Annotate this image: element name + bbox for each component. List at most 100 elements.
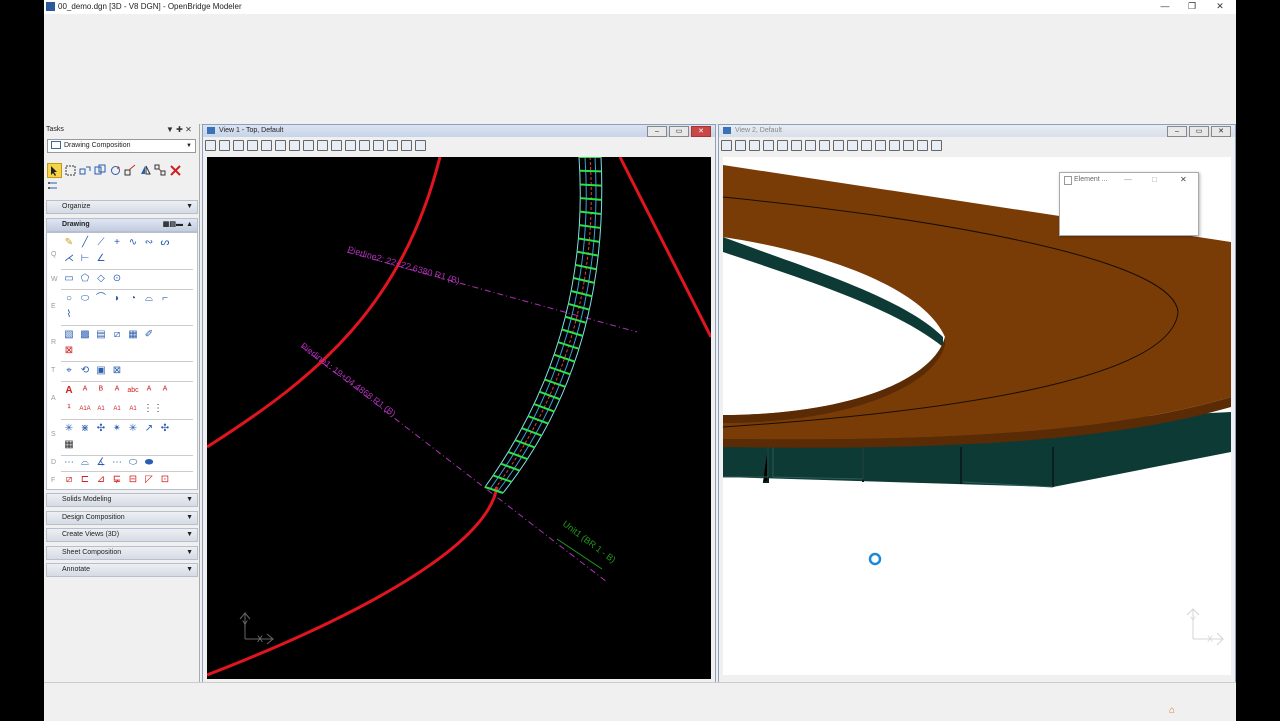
measure-area-icon[interactable]: ⬭ — [127, 457, 139, 469]
view-next-icon[interactable] — [345, 139, 356, 151]
section-annotate[interactable]: Annotate ▼ — [46, 563, 198, 577]
render-icon[interactable] — [415, 139, 426, 151]
pan-icon[interactable] — [833, 139, 844, 151]
quarter-ellipse-icon[interactable]: ◔ — [127, 293, 139, 305]
chamfer-icon[interactable]: ◸ — [143, 474, 155, 486]
handles-icon[interactable] — [47, 179, 60, 192]
change-text-icon[interactable]: ᴬ — [111, 385, 123, 397]
element-close-button[interactable]: ✕ — [1180, 173, 1187, 186]
close-button[interactable]: ✕ — [1206, 0, 1234, 14]
rotate-icon[interactable] — [109, 164, 122, 177]
display-style-icon[interactable] — [735, 139, 746, 151]
window-area-icon[interactable] — [275, 139, 286, 151]
bspline-icon[interactable]: ᔕ — [159, 237, 171, 249]
measure-angle-icon[interactable]: ∡ — [95, 457, 107, 469]
angle-icon[interactable]: ∠ — [95, 253, 107, 265]
intersect-icon[interactable]: ⊟ — [127, 474, 139, 486]
delete-icon[interactable] — [169, 164, 182, 177]
view-close-button[interactable]: ✕ — [691, 126, 711, 137]
match-text-icon[interactable]: ᴬ — [159, 385, 171, 397]
view-rotate-icon[interactable] — [233, 139, 244, 151]
text-align-icon[interactable]: A1 — [95, 403, 107, 415]
dimension-angle-icon[interactable]: ✣ — [95, 423, 107, 435]
workflow-dropdown[interactable]: Drawing Composition ▼ — [47, 139, 196, 153]
section-solids-modeling[interactable]: Solids Modeling ▼ — [46, 493, 198, 507]
place-text-icon[interactable]: A — [63, 385, 75, 397]
arc-radius-icon[interactable]: ⌐ — [159, 293, 171, 305]
measure-radius-icon[interactable]: ⌓ — [79, 457, 91, 469]
construct-icon[interactable]: ⋌ — [63, 253, 75, 265]
modify-arc-icon[interactable]: ⌓ — [143, 293, 155, 305]
home-icon[interactable]: ⌂ — [1169, 705, 1175, 716]
fit-view-icon[interactable] — [289, 139, 300, 151]
stream-icon[interactable]: ∿ — [127, 237, 139, 249]
half-ellipse-icon[interactable]: ◗ — [111, 293, 123, 305]
view-rotate-icon[interactable] — [749, 139, 760, 151]
smartline-icon[interactable]: ✎ — [63, 237, 75, 249]
fill-icon[interactable]: ▦ — [127, 329, 139, 341]
replace-cell-icon[interactable]: ⟲ — [79, 365, 91, 377]
copy-view-icon[interactable] — [359, 139, 370, 151]
tasks-panel-controls[interactable]: ▼ ✚ ✕ — [166, 125, 192, 134]
dimension-element-icon[interactable]: ✳ — [63, 423, 75, 435]
fence-icon[interactable] — [64, 164, 77, 177]
view-attributes-icon[interactable] — [721, 139, 732, 151]
display-style-icon[interactable] — [219, 139, 230, 151]
table-icon[interactable]: ▦ — [63, 439, 75, 451]
clip-volume-icon[interactable] — [889, 139, 900, 151]
window-area-icon[interactable] — [791, 139, 802, 151]
view-minimize-button[interactable]: – — [1167, 126, 1187, 137]
fillet-icon[interactable]: ⊡ — [159, 474, 171, 486]
section-design-composition[interactable]: Design Composition ▼ — [46, 511, 198, 525]
text-case-icon[interactable]: A1A — [79, 403, 91, 415]
array-icon[interactable] — [154, 164, 167, 177]
rotate-view-icon[interactable] — [819, 139, 830, 151]
view-close-button[interactable]: ✕ — [1211, 126, 1231, 137]
dimension-ordinate-icon[interactable]: ✳ — [127, 423, 139, 435]
multiline-icon[interactable]: ⟋ — [95, 237, 107, 249]
dimension-update-icon[interactable]: ✣ — [159, 423, 171, 435]
define-cell-icon[interactable]: ▣ — [95, 365, 107, 377]
view-attributes-icon[interactable] — [205, 139, 216, 151]
view-maximize-button[interactable]: ▭ — [669, 126, 689, 137]
zoom-out-icon[interactable] — [261, 139, 272, 151]
drop-cell-icon[interactable]: ⊠ — [111, 365, 123, 377]
shape-icon[interactable]: ⬠ — [79, 273, 91, 285]
view-1-canvas[interactable]: Pierline2: 22+22.6380 R1 (B) Pierline1: … — [207, 157, 711, 679]
view-mode-icon[interactable]: ▦▤▬ — [163, 219, 183, 231]
curve-icon[interactable]: ∾ — [143, 237, 155, 249]
find-replace-icon[interactable]: abc — [127, 385, 139, 397]
zoom-out-icon[interactable] — [777, 139, 788, 151]
element-selection-icon[interactable] — [47, 162, 62, 178]
fit-view-icon[interactable] — [805, 139, 816, 151]
section-drawing[interactable]: Drawing ▦▤▬ ▲ — [46, 218, 198, 232]
edit-pattern-icon[interactable]: ✐ — [143, 329, 155, 341]
dimension-arrow-icon[interactable]: ↗ — [143, 423, 155, 435]
hatch-icon[interactable]: ▧ — [63, 329, 75, 341]
place-line-icon[interactable]: ╱ — [79, 237, 91, 249]
zoom-in-icon[interactable] — [763, 139, 774, 151]
measure-length-icon[interactable]: ⋯ — [111, 457, 123, 469]
dimension-linear-icon[interactable]: ⋇ — [79, 423, 91, 435]
minimize-button[interactable]: — — [1151, 0, 1179, 14]
move-icon[interactable] — [79, 164, 92, 177]
helix-icon[interactable]: ⌇ — [63, 309, 75, 321]
increment-text-icon[interactable]: ᴬ — [143, 385, 155, 397]
block-icon[interactable]: ▭ — [63, 273, 75, 285]
spell-check-icon[interactable]: ᴮ — [95, 385, 107, 397]
ellipse-icon[interactable]: ⬭ — [79, 293, 91, 305]
camera-icon[interactable] — [917, 139, 928, 151]
measure-distance-icon[interactable]: ⋯ — [63, 457, 75, 469]
restore-button[interactable]: ❐ — [1178, 0, 1206, 14]
point-icon[interactable]: + — [111, 237, 123, 249]
arc-icon[interactable]: ⌒ — [95, 293, 107, 305]
measure-volume-icon[interactable]: ⬬ — [143, 457, 155, 469]
dimension-radial-icon[interactable]: ✴ — [111, 423, 123, 435]
view-next-icon[interactable] — [861, 139, 872, 151]
text-grid-icon[interactable]: ⋮⋮ — [143, 403, 163, 415]
text-node-icon[interactable]: A1 — [127, 403, 139, 415]
rotate-view-icon[interactable] — [303, 139, 314, 151]
modify-element-icon[interactable]: ⧄ — [63, 474, 75, 486]
mirror-icon[interactable] — [139, 164, 152, 177]
partial-delete-icon[interactable]: ⊏ — [79, 474, 91, 486]
